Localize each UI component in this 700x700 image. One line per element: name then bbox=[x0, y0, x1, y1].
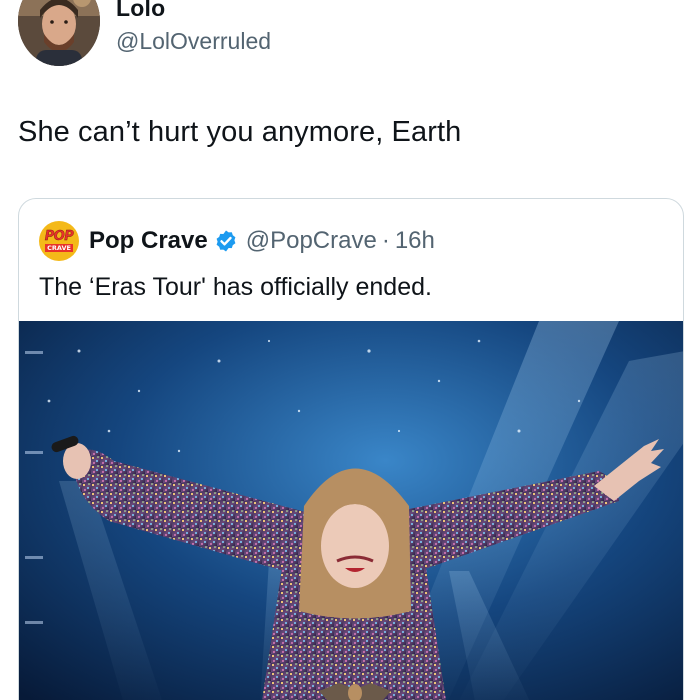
concert-photo bbox=[19, 321, 683, 700]
separator-dot: · bbox=[381, 227, 390, 254]
quoted-tweet-card[interactable]: POP CRAVE Pop Crave @PopCrave · 16h The … bbox=[18, 198, 684, 700]
user-avatar[interactable] bbox=[18, 0, 100, 66]
author-handle[interactable]: @LolOverruled bbox=[116, 28, 271, 55]
quoted-timestamp[interactable]: 16h bbox=[395, 227, 435, 255]
avatar-image bbox=[18, 0, 100, 66]
quoted-tweet-header: POP CRAVE Pop Crave @PopCrave · 16h bbox=[39, 221, 435, 261]
quoted-tweet-text: The ‘Eras Tour' has officially ended. bbox=[39, 273, 432, 301]
quoted-author-name[interactable]: Pop Crave bbox=[89, 227, 208, 255]
verified-badge-icon bbox=[216, 230, 236, 252]
tweet: Lolo @LolOverruled She can’t hurt you an… bbox=[0, 0, 700, 700]
concert-performer-image[interactable] bbox=[19, 321, 683, 700]
quoted-author-handle[interactable]: @PopCrave bbox=[246, 227, 377, 255]
author-display-name[interactable]: Lolo bbox=[116, 0, 165, 22]
logo-text-crave: CRAVE bbox=[45, 244, 73, 252]
logo-text-pop: POP bbox=[44, 229, 74, 244]
pop-crave-logo-icon[interactable]: POP CRAVE bbox=[39, 221, 79, 261]
post-text: She can’t hurt you anymore, Earth bbox=[18, 116, 462, 148]
